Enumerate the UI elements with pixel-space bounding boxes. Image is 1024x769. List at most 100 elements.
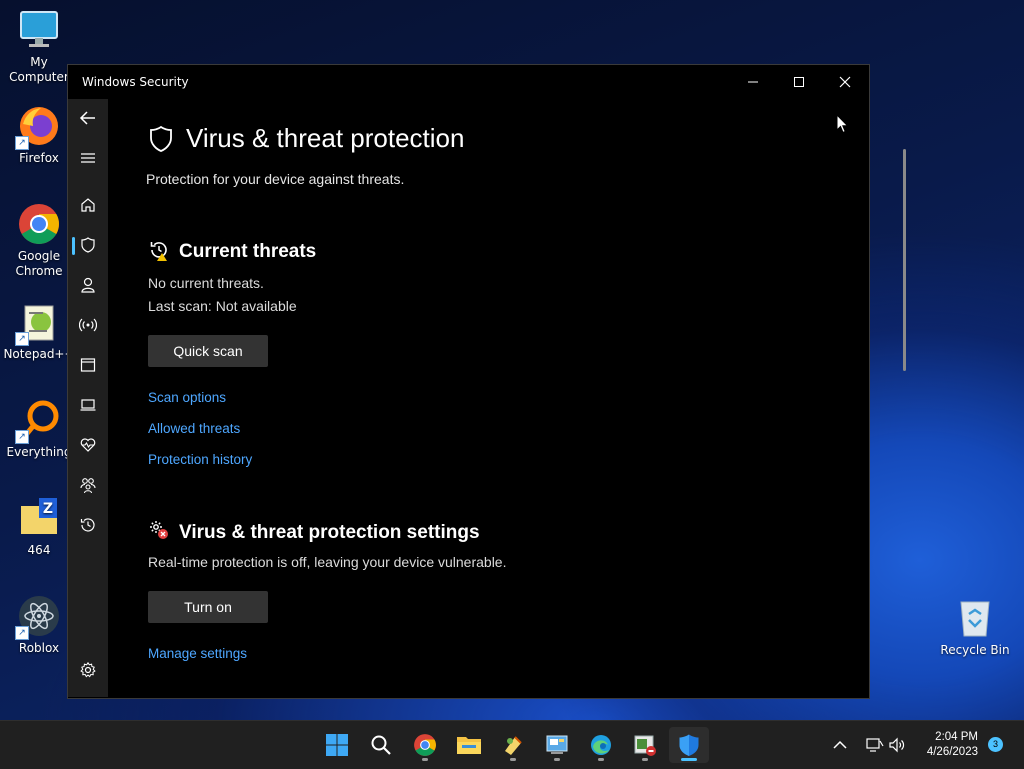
health-icon (80, 438, 96, 452)
manage-settings-link[interactable]: Manage settings (148, 646, 247, 661)
current-threats-title: Current threats (179, 241, 317, 262)
windows-start-icon (326, 734, 348, 756)
page-subtitle: Protection for your device against threa… (146, 171, 405, 187)
family-icon (80, 478, 96, 494)
nav-family-options[interactable] (68, 467, 108, 503)
desktop-icon-everything[interactable]: ↗ Everything (1, 398, 77, 460)
nav-device-health[interactable] (68, 427, 108, 463)
home-icon (81, 198, 95, 212)
menu-button[interactable] (68, 140, 108, 176)
desktop-icon-label: Firefox (19, 151, 59, 165)
firefox-icon: ↗ (15, 104, 61, 150)
history-icon (80, 518, 95, 532)
desktop-icon-chrome[interactable]: Google Chrome (1, 202, 77, 279)
title-bar[interactable]: Windows Security (68, 65, 869, 99)
shortcut-arrow-icon: ↗ (15, 332, 29, 346)
taskbar-edge[interactable] (581, 727, 621, 763)
desktop-icon-label: Notepad++ (3, 347, 75, 361)
settings-gear-warning-icon (150, 521, 168, 539)
quick-scan-button[interactable]: Quick scan (148, 335, 268, 367)
taskbar-search-button[interactable] (361, 727, 401, 763)
notification-badge[interactable]: 3 (988, 737, 1003, 752)
nav-app-browser[interactable] (68, 347, 108, 383)
chevron-up-icon (833, 740, 847, 749)
desktop-icon-firefox[interactable]: ↗ Firefox (1, 104, 77, 166)
desktop-icon-recycle-bin[interactable]: Recycle Bin (937, 596, 1013, 658)
svg-text:Z: Z (43, 501, 53, 517)
desktop-icon-my-computer[interactable]: My Computer (1, 8, 77, 85)
control-panel-icon (546, 735, 568, 754)
back-button[interactable] (68, 100, 108, 136)
scan-options-link[interactable]: Scan options (148, 390, 226, 405)
desktop-icon-label: My Computer (9, 55, 69, 84)
app-window-icon (634, 735, 656, 756)
current-threats-icon (150, 242, 167, 261)
monitor-icon (17, 8, 61, 52)
content-scrollbar[interactable] (903, 149, 906, 371)
nav-device-security[interactable] (68, 387, 108, 423)
start-button[interactable] (317, 727, 357, 763)
menu-icon (81, 153, 95, 163)
everything-icon: ↗ (15, 398, 61, 444)
clock-time: 2:04 PM (935, 731, 978, 743)
nav-virus-protection[interactable] (68, 227, 108, 263)
desktop-icon-label: Google Chrome (15, 249, 63, 278)
notepadpp-icon: ↗ (15, 300, 61, 346)
system-tray-network-volume[interactable] (858, 727, 914, 763)
taskbar: 2:04 PM 4/26/2023 3 (0, 720, 1024, 769)
threat-status: No current threats. (148, 275, 264, 291)
last-scan-text: Last scan: Not available (148, 298, 297, 314)
folder-icon (457, 737, 481, 754)
desktop-icon-464[interactable]: Z 464 (1, 496, 77, 558)
show-hidden-icons-button[interactable] (824, 727, 856, 763)
taskbar-control-panel[interactable] (537, 727, 577, 763)
nav-home[interactable] (68, 187, 108, 223)
desktop-icon-label: 464 (27, 543, 51, 557)
desktop-icon-label: Recycle Bin (940, 643, 1010, 657)
clock-date: 4/26/2023 (926, 746, 978, 758)
turn-on-button[interactable]: Turn on (148, 591, 268, 623)
shortcut-arrow-icon: ↗ (15, 430, 29, 444)
running-indicator (642, 758, 648, 761)
windows-security-window: Windows Security Virus & threat protecti… (67, 64, 906, 699)
close-button[interactable] (822, 65, 868, 99)
recycle-bin-icon (953, 596, 997, 640)
maximize-button[interactable] (776, 65, 822, 99)
nav-account-protection[interactable] (68, 267, 108, 303)
window-title: Windows Security (82, 75, 189, 89)
paint-app-icon (505, 736, 522, 755)
windows-security-shield-icon (679, 734, 699, 756)
main-content: Virus & threat protection Protection for… (108, 99, 906, 697)
protection-history-link[interactable]: Protection history (148, 452, 252, 467)
shortcut-arrow-icon: ↗ (15, 626, 29, 640)
shield-icon (81, 237, 95, 253)
chrome-icon (414, 734, 436, 756)
settings-icon (80, 661, 96, 678)
realtime-status-text: Real-time protection is off, leaving you… (148, 554, 507, 570)
minimize-button[interactable] (730, 65, 776, 99)
desktop-icon-roblox[interactable]: ↗ Roblox (1, 594, 77, 656)
maximize-icon (794, 77, 804, 87)
allowed-threats-link[interactable]: Allowed threats (148, 421, 240, 436)
mouse-cursor-icon (836, 114, 849, 134)
taskbar-file-explorer[interactable] (449, 727, 489, 763)
volume-icon (889, 737, 905, 753)
desktop-icon-notepadpp[interactable]: ↗ Notepad++ (1, 300, 77, 362)
taskbar-app-manager[interactable] (625, 727, 665, 763)
app-browser-icon (80, 358, 96, 372)
running-indicator (554, 758, 560, 761)
nav-settings[interactable] (68, 652, 108, 688)
device-security-icon (80, 399, 96, 411)
taskbar-windows-security[interactable] (669, 727, 709, 763)
running-indicator (598, 758, 604, 761)
taskbar-app-paint[interactable] (493, 727, 533, 763)
running-indicator (510, 758, 516, 761)
edge-icon (591, 735, 611, 755)
nav-protection-history[interactable] (68, 507, 108, 543)
page-shield-icon (150, 125, 172, 152)
taskbar-chrome[interactable] (405, 727, 445, 763)
nav-firewall[interactable] (68, 307, 108, 343)
taskbar-clock[interactable]: 2:04 PM 4/26/2023 (912, 730, 978, 760)
firewall-icon (79, 318, 97, 332)
search-icon (371, 735, 391, 755)
